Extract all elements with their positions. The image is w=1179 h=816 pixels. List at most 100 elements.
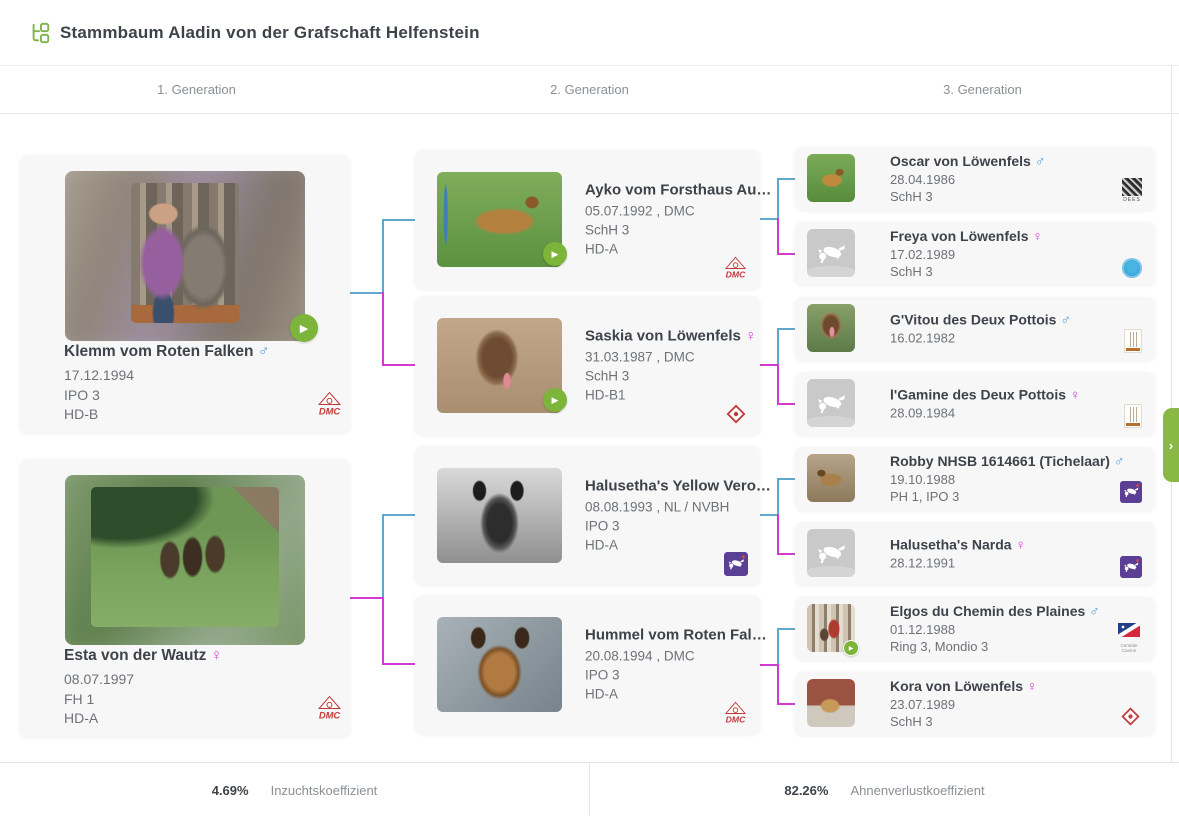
dmc-caption: DMC	[319, 406, 341, 416]
stamp-image	[1122, 178, 1142, 196]
dog-info: Halusetha's Yellow Vero… 08.08.1993 , NL…	[585, 477, 771, 554]
dog-card-ayko[interactable]: Ayko vom Forsthaus Au… 05.07.1992 , DMC …	[415, 150, 760, 289]
dmc-club-logo-icon: DMC	[723, 255, 748, 280]
photo-frame	[65, 475, 305, 645]
connector-line	[777, 328, 779, 366]
dog-name: Robby NHSB 1614661 (Tichelaar) ♂	[890, 453, 1124, 469]
dog-card-oscar[interactable]: Oscar von Löwenfels ♂ 28.04.1986 SchH 3 …	[795, 147, 1155, 210]
statistics-footer: 4.69% Inzuchtskoeffizient 82.26% Ahnenve…	[0, 762, 1179, 816]
expand-panel-tab[interactable]: ›	[1163, 408, 1179, 482]
dog-name-text: l'Gamine des Deux Pottois	[890, 386, 1066, 402]
dog-card-halusetha-narda[interactable]: Halusetha's Narda ♀ 28.12.1991	[795, 522, 1155, 585]
play-video-button[interactable]	[543, 388, 567, 412]
dog-card-esta[interactable]: Esta von der Wautz ♀ 08.07.1997 FH 1 HD-…	[20, 459, 350, 737]
connector-line	[777, 553, 795, 555]
chevron-right-icon: ›	[1169, 438, 1173, 453]
male-symbol: ♂	[1060, 311, 1071, 327]
connector-line	[382, 364, 415, 366]
dog-info: Oscar von Löwenfels ♂ 28.04.1986 SchH 3	[890, 153, 1045, 205]
inbreeding-coefficient: 4.69% Inzuchtskoeffizient	[0, 763, 589, 816]
dog-info: Hummel vom Roten Fal… 20.08.1994 , DMC I…	[585, 626, 767, 703]
dog-photo	[131, 183, 239, 323]
dog-photo	[807, 304, 855, 352]
dog-name-text: Kora von Löwenfels	[890, 678, 1023, 694]
dog-card-gvitou[interactable]: G'Vitou des Deux Pottois ♂ 16.02.1982	[795, 297, 1155, 360]
dog-card-hummel[interactable]: Hummel vom Roten Fal… 20.08.1994 , DMC I…	[415, 595, 760, 734]
generation-header-bar: 1. Generation 2. Generation 3. Generatio…	[0, 66, 1179, 114]
dog-health: HD-A	[64, 709, 222, 729]
connector-line	[382, 219, 415, 221]
dog-titles: SchH 3	[890, 263, 1043, 280]
connector-line	[382, 292, 384, 366]
dog-info: Saskia von Löwenfels ♀ 31.03.1987 , DMC …	[585, 327, 756, 404]
dog-photo-placeholder	[807, 379, 855, 427]
connector-line	[777, 478, 795, 480]
dog-info: Elgos du Chemin des Plaines ♂ 01.12.1988…	[890, 603, 1100, 655]
female-symbol: ♀	[1016, 536, 1027, 552]
blue-seal-logo-icon	[1122, 258, 1142, 278]
connector-line	[777, 664, 779, 705]
connector-line	[777, 178, 779, 220]
dog-name: Halusetha's Yellow Vero…	[585, 477, 771, 494]
stat-label: Inzuchtskoeffizient	[271, 783, 378, 798]
connector-line	[777, 628, 779, 666]
dog-titles: SchH 3	[890, 713, 1037, 730]
dog-info: G'Vitou des Deux Pottois ♂ 16.02.1982	[890, 311, 1071, 346]
dog-card-klemm[interactable]: Klemm vom Roten Falken ♂ 17.12.1994 IPO …	[20, 155, 350, 433]
dog-info: Robby NHSB 1614661 (Tichelaar) ♂ 19.10.1…	[890, 453, 1124, 505]
dog-card-kora[interactable]: Kora von Löwenfels ♀ 23.07.1989 SchH 3	[795, 672, 1155, 735]
connector-line	[760, 364, 777, 366]
connector-line	[777, 628, 795, 630]
dog-info: Kora von Löwenfels ♀ 23.07.1989 SchH 3	[890, 678, 1037, 730]
dog-name: Hummel vom Roten Fal…	[585, 626, 767, 643]
dog-name: Halusetha's Narda ♀	[890, 536, 1026, 552]
play-video-button[interactable]	[543, 242, 567, 266]
dog-name: Klemm vom Roten Falken ♂	[64, 343, 269, 361]
pedigree-page: Stammbaum Aladin von der Grafschaft Helf…	[0, 0, 1179, 816]
dog-birthdate: 17.12.1994	[64, 366, 269, 386]
dog-titles: SchH 3	[890, 188, 1045, 205]
dog-card-freya[interactable]: Freya von Löwenfels ♀ 17.02.1989 SchH 3	[795, 222, 1155, 285]
dog-name: Oscar von Löwenfels ♂	[890, 153, 1045, 169]
dog-birthdate: 19.10.1988	[890, 471, 1124, 488]
connector-line	[382, 514, 415, 516]
female-symbol: ♀	[745, 327, 756, 344]
dog-card-saskia[interactable]: Saskia von Löwenfels ♀ 31.03.1987 , DMC …	[415, 296, 760, 435]
dog-birthdate: 28.09.1984	[890, 404, 1080, 421]
dmc-club-logo-icon: DMC	[723, 700, 748, 725]
dog-titles: IPO 3	[64, 386, 269, 406]
connector-line	[777, 478, 779, 516]
st-hubert-logo-icon	[1124, 329, 1142, 353]
stat-label: Ahnenverlustkoeffizient	[850, 783, 984, 798]
connector-line	[382, 219, 384, 294]
dog-name-text: Elgos du Chemin des Plaines	[890, 603, 1085, 619]
female-symbol: ♀	[1027, 678, 1038, 694]
dog-card-elgos[interactable]: Elgos du Chemin des Plaines ♂ 01.12.1988…	[795, 597, 1155, 660]
dog-photo	[437, 468, 562, 563]
dog-info: Halusetha's Narda ♀ 28.12.1991	[890, 536, 1026, 571]
connector-line	[777, 364, 779, 405]
dog-titles: FH 1	[64, 690, 222, 710]
play-video-button[interactable]	[843, 640, 859, 656]
dog-photo	[807, 454, 855, 502]
generation-label-2: 2. Generation	[393, 66, 786, 113]
dog-info: Freya von Löwenfels ♀ 17.02.1989 SchH 3	[890, 228, 1043, 280]
dog-card-halusetha-yellow[interactable]: Halusetha's Yellow Vero… 08.08.1993 , NL…	[415, 446, 760, 585]
dog-name: Saskia von Löwenfels ♀	[585, 327, 756, 344]
dog-birthdate: 23.07.1989	[890, 696, 1037, 713]
dog-card-robby[interactable]: Robby NHSB 1614661 (Tichelaar) ♂ 19.10.1…	[795, 447, 1155, 510]
connector-line	[777, 403, 795, 405]
dog-name-text: Oscar von Löwenfels	[890, 153, 1031, 169]
generation-label-3: 3. Generation	[786, 66, 1179, 113]
connector-line	[777, 178, 795, 180]
dog-titles: IPO 3	[585, 516, 771, 535]
male-symbol: ♂	[1035, 153, 1046, 169]
female-symbol: ♀	[1032, 228, 1043, 244]
page-header: Stammbaum Aladin von der Grafschaft Helf…	[0, 0, 1179, 66]
stat-value: 4.69%	[212, 783, 249, 798]
dog-photo-placeholder	[807, 229, 855, 277]
dog-card-lgamine[interactable]: l'Gamine des Deux Pottois ♀ 28.09.1984	[795, 372, 1155, 435]
play-video-button[interactable]	[290, 314, 318, 342]
dog-name-text: Hummel vom Roten Fal…	[585, 626, 767, 643]
dog-titles: IPO 3	[585, 665, 767, 684]
